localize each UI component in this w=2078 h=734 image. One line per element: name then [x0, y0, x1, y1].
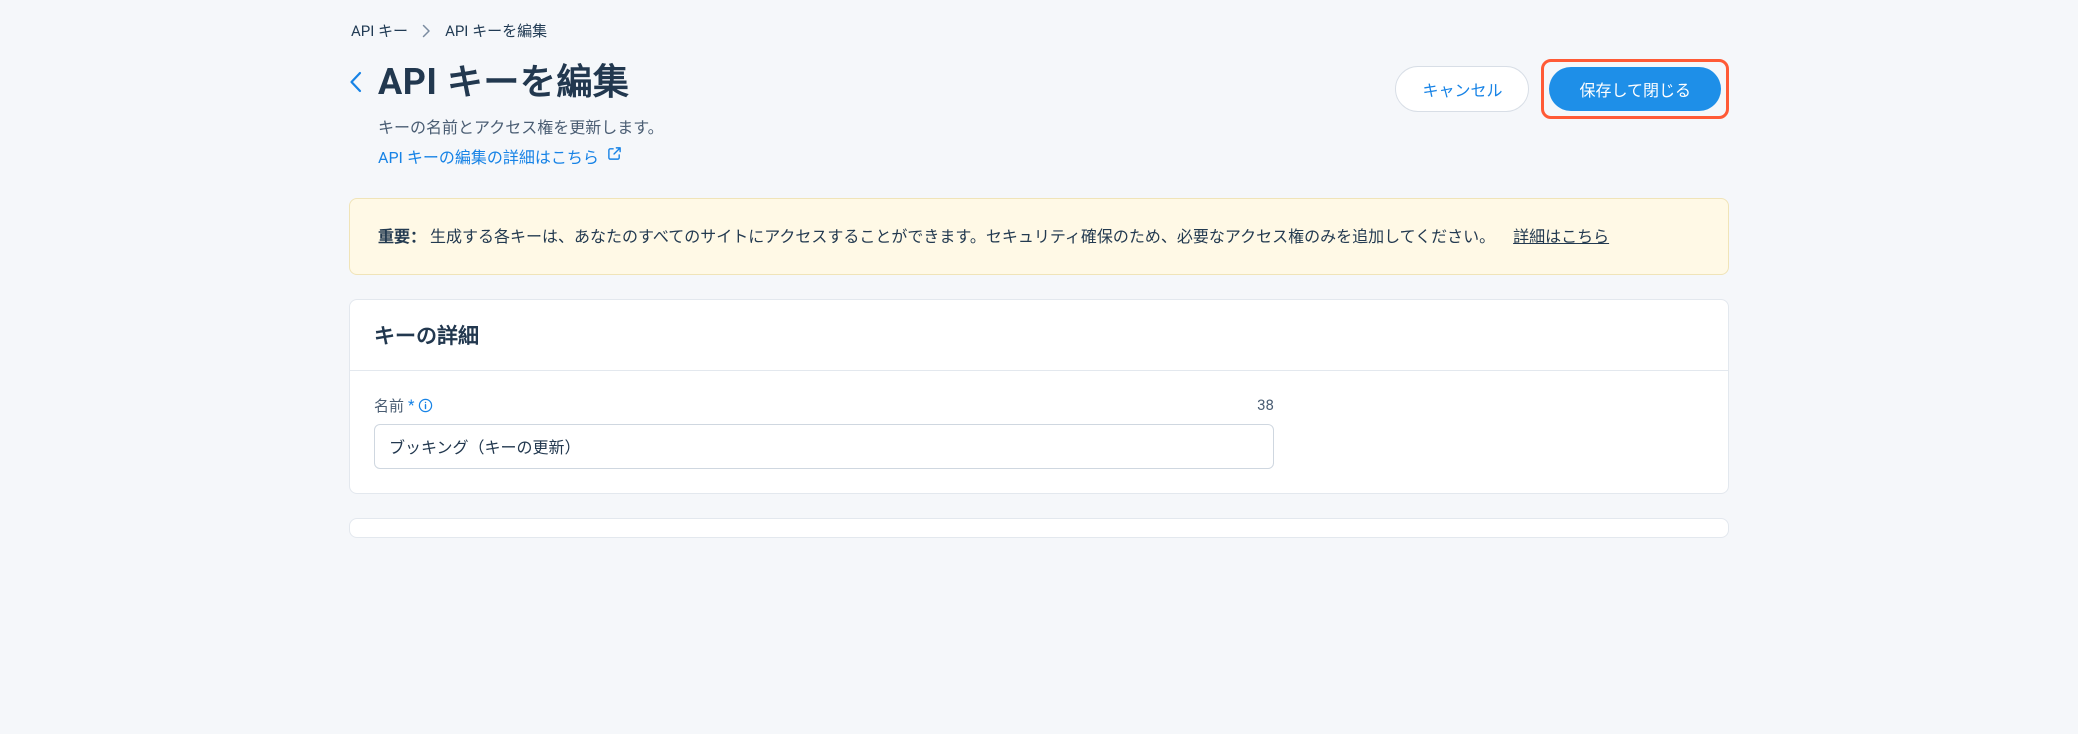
- breadcrumb: API キー API キーを編集: [349, 20, 1729, 41]
- save-button-highlight: 保存して閉じる: [1541, 59, 1729, 119]
- page-subtitle: キーの名前とアクセス権を更新します。: [378, 114, 664, 138]
- chevron-right-icon: [422, 24, 431, 38]
- page-title: API キーを編集: [378, 59, 664, 106]
- alert-strong: 重要：: [378, 227, 426, 246]
- alert-details-link[interactable]: 詳細はこちら: [1513, 227, 1609, 246]
- name-input[interactable]: [374, 424, 1274, 469]
- breadcrumb-item-current: API キーを編集: [445, 20, 547, 41]
- alert-text: 生成する各キーは、あなたのすべてのサイトにアクセスすることができます。セキュリテ…: [430, 227, 1495, 246]
- help-link[interactable]: API キーの編集の詳細はこちら: [378, 144, 664, 168]
- cancel-button[interactable]: キャンセル: [1395, 66, 1529, 112]
- external-link-icon: [607, 146, 622, 165]
- name-field-label: 名前 *: [374, 395, 433, 416]
- help-link-text: API キーの編集の詳細はこちら: [378, 144, 599, 168]
- warning-alert: 重要： 生成する各キーは、あなたのすべてのサイトにアクセスすることができます。セ…: [349, 198, 1729, 275]
- info-icon[interactable]: [418, 398, 433, 413]
- page-header: API キーを編集 キーの名前とアクセス権を更新します。 API キーの編集の詳…: [349, 59, 1729, 168]
- card-header: キーの詳細: [350, 300, 1728, 371]
- name-label-text: 名前: [374, 395, 404, 416]
- next-card-peek: [349, 518, 1729, 538]
- back-button[interactable]: [349, 71, 362, 93]
- key-details-card: キーの詳細 名前 * 38: [349, 299, 1729, 494]
- required-indicator: *: [408, 396, 414, 414]
- breadcrumb-item-root[interactable]: API キー: [351, 20, 408, 41]
- char-counter: 38: [1257, 396, 1274, 414]
- section-title: キーの詳細: [374, 320, 1704, 350]
- save-button[interactable]: 保存して閉じる: [1549, 67, 1721, 111]
